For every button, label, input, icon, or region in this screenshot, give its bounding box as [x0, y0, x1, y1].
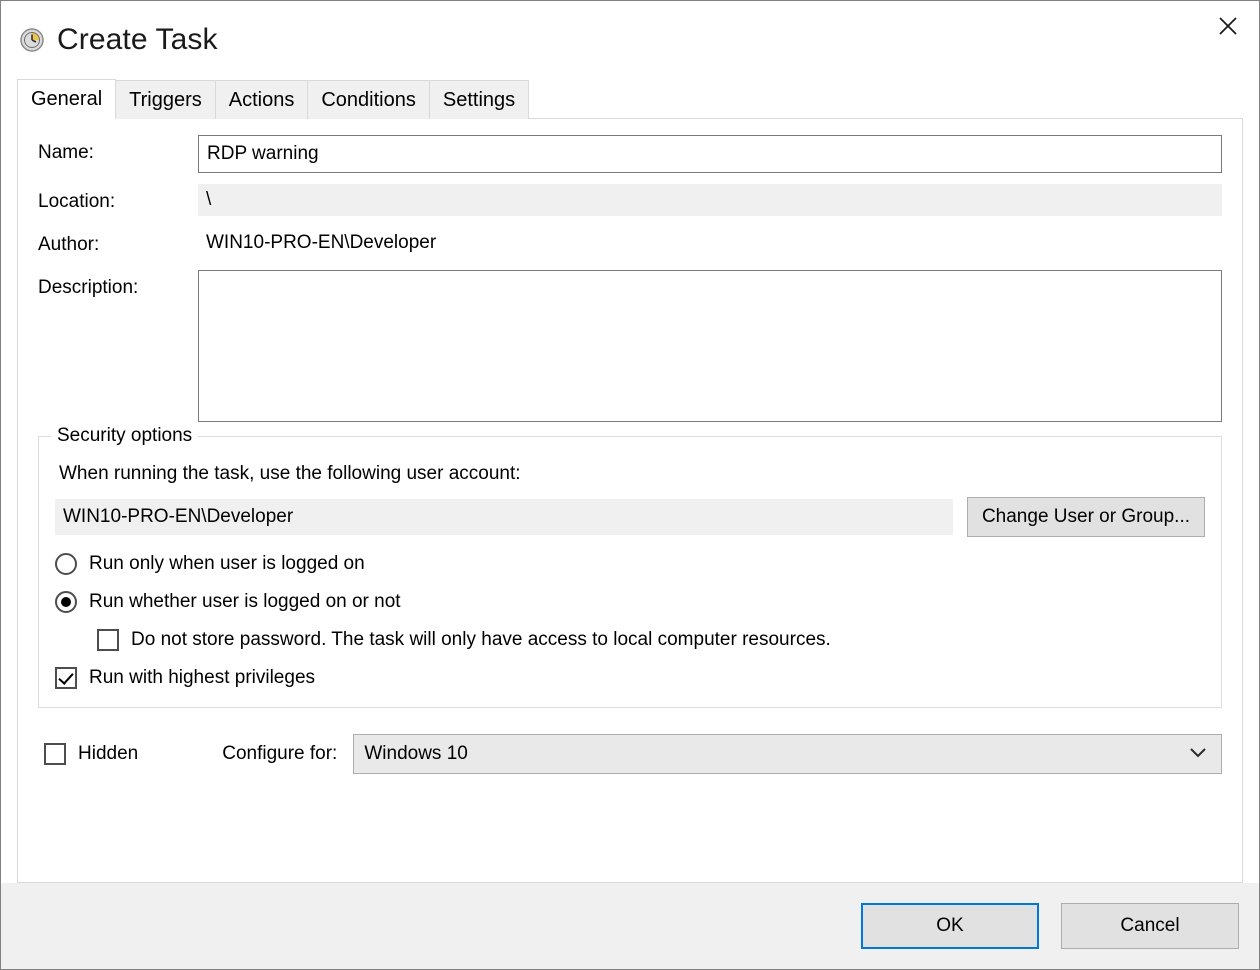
checkbox-icon-checked[interactable]	[55, 667, 77, 689]
clock-icon	[19, 27, 45, 53]
checkbox-hidden[interactable]: Hidden	[44, 743, 138, 765]
author-row: Author: WIN10-PRO-EN\Developer	[38, 227, 1222, 259]
location-value: \	[198, 184, 1222, 216]
description-row: Description:	[38, 270, 1222, 422]
tab-label: General	[31, 88, 102, 111]
tab-triggers[interactable]: Triggers	[115, 80, 216, 119]
title-bar: Create Task	[1, 1, 1259, 79]
checkbox-run-highest-privileges[interactable]: Run with highest privileges	[55, 667, 1205, 689]
general-tab-panel: Name: RDP warning Location: \ Author: WI…	[17, 119, 1243, 883]
radio-run-whether-logged-on[interactable]: Run whether user is logged on or not	[55, 591, 1205, 613]
location-label: Location:	[38, 184, 198, 213]
name-label: Name:	[38, 135, 198, 164]
author-label: Author:	[38, 227, 198, 256]
tab-label: Triggers	[129, 89, 202, 112]
description-label: Description:	[38, 270, 198, 299]
tab-strip: General Triggers Actions Conditions Sett…	[1, 79, 1259, 119]
cancel-button[interactable]: Cancel	[1061, 903, 1239, 949]
checkbox-icon[interactable]	[44, 743, 66, 765]
dialog-footer: OK Cancel	[1, 883, 1259, 969]
radio-run-only-logged-on[interactable]: Run only when user is logged on	[55, 553, 1205, 575]
hidden-label: Hidden	[78, 743, 138, 765]
tab-conditions[interactable]: Conditions	[307, 80, 430, 119]
configure-for-select[interactable]: Windows 10	[353, 734, 1222, 774]
tab-label: Conditions	[321, 89, 416, 112]
close-icon[interactable]	[1197, 1, 1259, 51]
page-title: Create Task	[57, 23, 218, 57]
chevron-down-icon	[1187, 743, 1209, 765]
checkbox-label: Do not store password. The task will onl…	[131, 629, 831, 651]
configure-for-label: Configure for:	[222, 743, 337, 765]
checkbox-icon[interactable]	[97, 629, 119, 651]
tab-label: Actions	[229, 89, 295, 112]
name-row: Name: RDP warning	[38, 135, 1222, 173]
tab-general[interactable]: General	[17, 79, 116, 119]
radio-icon-selected[interactable]	[55, 591, 77, 613]
configure-for-value: Windows 10	[364, 743, 468, 765]
checkbox-do-not-store-password[interactable]: Do not store password. The task will onl…	[97, 629, 1205, 651]
radio-label: Run whether user is logged on or not	[89, 591, 401, 613]
tab-actions[interactable]: Actions	[215, 80, 309, 119]
tab-label: Settings	[443, 89, 515, 112]
tab-settings[interactable]: Settings	[429, 80, 529, 119]
checkbox-label: Run with highest privileges	[89, 667, 315, 689]
hidden-configure-row: Hidden Configure for: Windows 10	[38, 734, 1222, 774]
security-options-group: Security options When running the task, …	[38, 436, 1222, 708]
author-value: WIN10-PRO-EN\Developer	[198, 227, 1222, 259]
create-task-dialog: Create Task General Triggers Actions Con…	[0, 0, 1260, 970]
name-input[interactable]: RDP warning	[198, 135, 1222, 173]
change-user-or-group-button[interactable]: Change User or Group...	[967, 497, 1205, 537]
location-row: Location: \	[38, 184, 1222, 216]
ok-button[interactable]: OK	[861, 903, 1039, 949]
account-row: WIN10-PRO-EN\Developer Change User or Gr…	[55, 497, 1205, 537]
radio-icon[interactable]	[55, 553, 77, 575]
user-account-value: WIN10-PRO-EN\Developer	[55, 499, 953, 535]
security-options-legend: Security options	[51, 425, 198, 447]
security-hint: When running the task, use the following…	[59, 463, 1205, 485]
description-input[interactable]	[198, 270, 1222, 422]
radio-label: Run only when user is logged on	[89, 553, 365, 575]
